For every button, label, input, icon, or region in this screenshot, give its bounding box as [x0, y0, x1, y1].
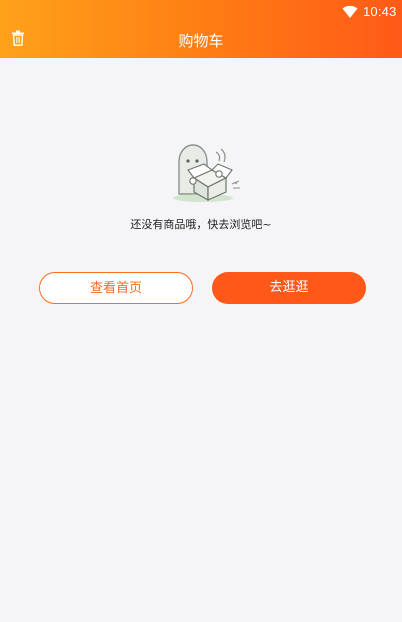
status-bar: 10:43 — [0, 0, 402, 24]
empty-cart-message: 还没有商品哦，快去浏览吧~ — [130, 218, 272, 231]
page-title: 购物车 — [178, 32, 224, 50]
view-home-button[interactable]: 查看首页 — [39, 272, 193, 304]
wifi-icon — [342, 5, 358, 18]
app-header: 10:43 购物车 — [0, 0, 402, 58]
go-shopping-button[interactable]: 去逛逛 — [212, 272, 366, 304]
status-time: 10:43 — [363, 4, 397, 19]
empty-cart-illustration — [173, 144, 240, 202]
